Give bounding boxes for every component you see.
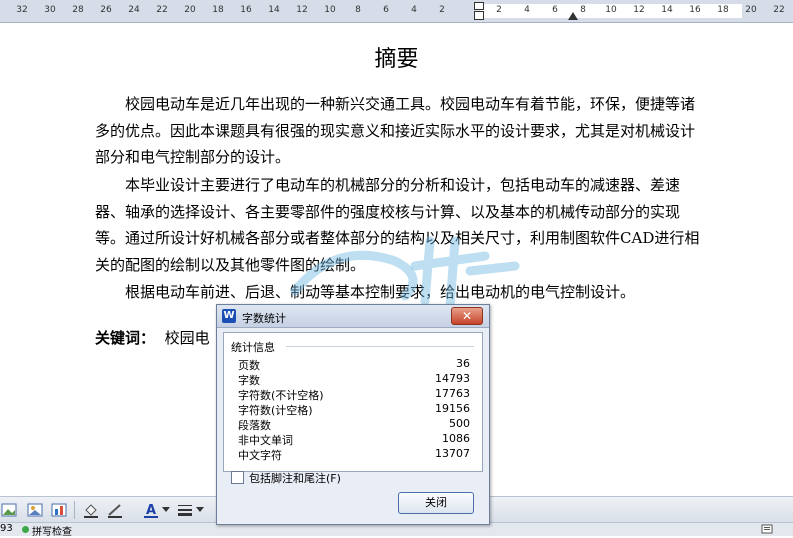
include-footnotes-label[interactable]: 包括脚注和尾注(F) [249, 470, 341, 486]
paragraph-control: 根据电动车前进、后退、制动等基本控制要求，给出电动机的电气控制设计。 [95, 283, 636, 301]
insert-image-icon[interactable] [26, 501, 44, 519]
stat-label: 中文字符 [238, 449, 282, 462]
ruler-tick-label: 18 [717, 5, 729, 15]
ruler-tick-label: 6 [383, 5, 389, 15]
stat-row: 字符数(不计空格) 17763 [238, 387, 470, 402]
include-footnotes-checkbox[interactable] [231, 471, 244, 484]
ruler-tick-label: 26 [100, 5, 112, 15]
ruler-tick-label: 22 [773, 5, 785, 15]
stat-label: 页数 [238, 359, 260, 372]
ruler-tick-label: 22 [156, 5, 168, 15]
stat-row: 字数 14793 [238, 372, 470, 387]
ruler-tick-label: 2 [439, 5, 445, 15]
stat-value: 36 [456, 357, 470, 370]
ruler-tick-label: 14 [268, 5, 280, 15]
stat-label: 字数 [238, 374, 260, 387]
stat-label: 非中文单词 [238, 434, 293, 447]
ruler-tick-label: 32 [16, 5, 28, 15]
keywords-value: 校园电 [164, 329, 210, 347]
ruler-tick-label: 18 [212, 5, 224, 15]
ruler-tick-label: 28 [72, 5, 84, 15]
ruler-tick-label: 14 [661, 5, 673, 15]
ruler-tick-label: 20 [184, 5, 196, 15]
stat-value: 13707 [435, 447, 470, 460]
close-icon[interactable]: ✕ [451, 307, 483, 325]
paragraph-design: 本毕业设计主要进行了电动车的机械部分的分析和设计，包括电动车的减速器、差速器、轴… [95, 176, 700, 274]
ruler-tick-label: 20 [745, 5, 757, 15]
line-color-icon[interactable] [106, 501, 124, 519]
chevron-down-icon[interactable] [196, 507, 204, 513]
ruler-tick-label: 12 [633, 5, 645, 15]
stat-value: 19156 [435, 402, 470, 415]
insert-picture-icon[interactable] [0, 501, 18, 519]
first-line-indent-marker[interactable] [474, 2, 484, 10]
dialog-title: 字数统计 [242, 312, 286, 325]
ruler-tick-label: 30 [44, 5, 56, 15]
ruler-tick-label: 24 [128, 5, 140, 15]
stat-value: 17763 [435, 387, 470, 400]
stat-label: 段落数 [238, 419, 271, 432]
stat-row: 字符数(计空格) 19156 [238, 402, 470, 417]
left-indent-marker[interactable] [474, 11, 484, 20]
stat-row: 页数 36 [238, 357, 470, 372]
ruler-tick-label: 10 [324, 5, 336, 15]
toolbar-separator [74, 501, 75, 519]
spell-check-button[interactable]: 拼写检查 [20, 523, 72, 538]
tab-stop-marker[interactable] [568, 12, 578, 20]
page-indicator: 93 [0, 523, 13, 534]
fill-color-icon[interactable] [82, 501, 100, 519]
horizontal-ruler[interactable]: 32 30 28 26 24 22 20 18 16 14 12 10 8 6 4 2 2 4 6 8 10 12 14 16… [0, 0, 793, 23]
paragraph-intro: 校园电动车是近几年出现的一种新兴交通工具。校园电动车有着节能，环保，便捷等诸多的… [95, 95, 696, 166]
stat-label: 字符数(不计空格) [238, 389, 324, 402]
ruler-tick-label: 4 [524, 5, 530, 15]
ruler-tick-label: 12 [296, 5, 308, 15]
stat-value: 500 [449, 417, 470, 430]
ruler-tick-label: 16 [689, 5, 701, 15]
dialog-titlebar[interactable]: W 字数统计 ✕ [217, 305, 489, 328]
ruler-tick-label: 10 [605, 5, 617, 15]
stat-label: 字符数(计空格) [238, 404, 313, 417]
font-color-icon[interactable]: A [142, 501, 160, 519]
keywords-label: 关键词： [95, 329, 156, 347]
close-button[interactable]: 关闭 [398, 492, 474, 514]
keywords-line: 关键词： 校园电 [95, 327, 210, 348]
ruler-tick-label: 6 [552, 5, 558, 15]
stat-row: 段落数 500 [238, 417, 470, 432]
statistics-panel: 统计信息 页数 36 字数 14793 字符数(不计空格) 17763 字符数(计空格) 19… [223, 332, 483, 472]
stat-row: 非中文单词 1086 [238, 432, 470, 447]
stat-value: 1086 [442, 432, 470, 445]
ruler-tick-label: 8 [355, 5, 361, 15]
word-count-dialog: W 字数统计 ✕ 统计信息 页数 36 字数 14793 字符数(不计空格) 17763 字… [216, 304, 490, 525]
ruler-tick-label: 2 [496, 5, 502, 15]
insert-chart-icon[interactable] [50, 501, 68, 519]
stat-value: 14793 [435, 372, 470, 385]
wps-logo-icon: W [222, 309, 236, 323]
ruler-tick-label: 4 [411, 5, 417, 15]
svg-text:A: A [146, 503, 156, 518]
section-divider [286, 346, 474, 347]
ruler-tick-label: 16 [240, 5, 252, 15]
line-style-icon[interactable] [176, 501, 194, 519]
chevron-down-icon[interactable] [162, 507, 170, 513]
document-title: 摘要 [374, 47, 419, 72]
view-mode-icon[interactable] [761, 524, 773, 534]
statistics-section-label: 统计信息 [231, 341, 275, 354]
stat-row: 中文字符 13707 [238, 447, 470, 462]
